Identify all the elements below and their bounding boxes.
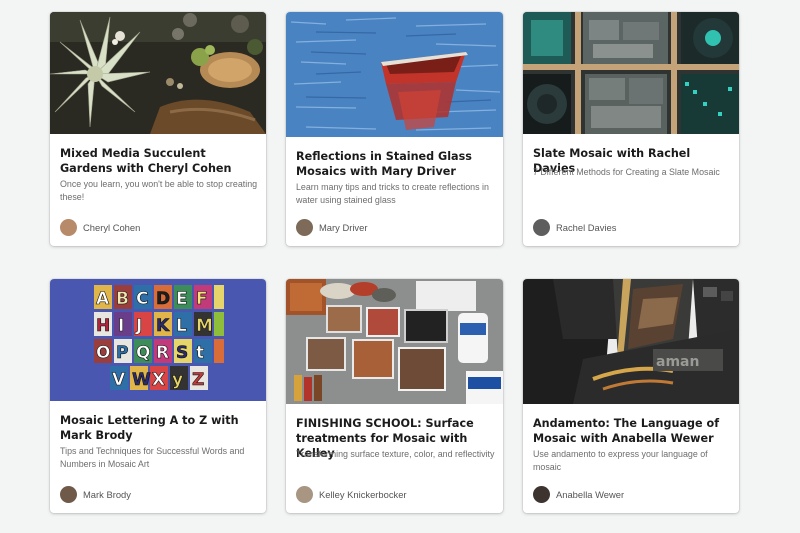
svg-text:O: O (96, 343, 110, 363)
avatar (533, 486, 550, 503)
avatar (296, 486, 313, 503)
svg-text:y: y (172, 370, 183, 390)
svg-text:E: E (176, 289, 188, 309)
surface-treatments-image[interactable] (286, 279, 503, 404)
svg-text:K: K (156, 316, 170, 336)
andamento-image[interactable]: aman (523, 279, 739, 404)
avatar (60, 486, 77, 503)
svg-text:H: H (96, 316, 110, 336)
svg-text:F: F (196, 289, 208, 309)
course-title[interactable]: Mosaic Lettering A to Z with Mark Brody (60, 413, 258, 443)
svg-text:aman: aman (656, 354, 699, 370)
course-card-finishing-school[interactable]: FINISHING SCHOOL: Surface treatments for… (286, 279, 503, 513)
svg-text:C: C (136, 289, 148, 309)
svg-text:V: V (112, 370, 126, 390)
course-description: Learn many tips and tricks to create ref… (296, 182, 489, 205)
svg-text:t: t (196, 343, 204, 363)
svg-text:Q: Q (136, 343, 150, 363)
course-description: Transforming surface texture, color, and… (296, 449, 495, 459)
avatar (533, 219, 550, 236)
course-card-andamento[interactable]: aman Andamento: The Language of Mosaic w… (523, 279, 739, 513)
course-card-stained-glass-reflections[interactable]: Reflections in Stained Glass Mosaics wit… (286, 12, 503, 246)
instructor-name: Anabella Wewer (556, 489, 625, 500)
svg-text:Z: Z (192, 370, 204, 390)
course-description: Once you learn, you won't be able to sto… (60, 179, 258, 202)
svg-text:L: L (176, 316, 187, 336)
svg-text:I: I (118, 316, 124, 336)
svg-text:R: R (156, 343, 169, 363)
svg-text:J: J (135, 316, 142, 336)
instructor[interactable]: Mary Driver (296, 219, 367, 236)
course-title[interactable]: Andamento: The Language of Mosaic with A… (533, 416, 731, 446)
svg-text:W: W (132, 370, 151, 390)
instructor[interactable]: Cheryl Cohen (60, 219, 140, 236)
svg-text:B: B (116, 289, 129, 309)
course-title[interactable]: Mixed Media Succulent Gardens with Chery… (60, 146, 258, 176)
instructor[interactable]: Anabella Wewer (533, 486, 624, 503)
course-title[interactable]: Reflections in Stained Glass Mosaics wit… (296, 149, 495, 179)
course-card-mosaic-lettering[interactable]: ABC DEF HIJ KLM OPQ RSt VWX yZ Mosaic Le… (50, 279, 266, 513)
instructor-name: Mary Driver (319, 222, 368, 233)
instructor[interactable]: Kelley Knickerbocker (296, 486, 407, 503)
boat-reflection-image[interactable] (286, 12, 503, 137)
course-card-succulent-gardens[interactable]: Mixed Media Succulent Gardens with Chery… (50, 12, 266, 246)
course-description: Tips and Techniques for Successful Words… (60, 446, 245, 469)
instructor-name: Mark Brody (83, 489, 131, 500)
svg-text:S: S (176, 343, 188, 363)
instructor[interactable]: Mark Brody (60, 486, 131, 503)
course-description: 7 Different Methods for Creating a Slate… (533, 167, 720, 177)
slate-mosaic-image[interactable] (523, 12, 739, 134)
svg-text:P: P (116, 343, 128, 363)
course-card-slate-mosaic[interactable]: Slate Mosaic with Rachel Davies 7 Differ… (523, 12, 739, 246)
succulent-garden-image[interactable] (50, 12, 266, 134)
instructor-name: Rachel Davies (556, 222, 617, 233)
svg-text:X: X (152, 370, 165, 390)
svg-text:D: D (156, 289, 170, 309)
course-description: Use andamento to express your language o… (533, 449, 708, 472)
mosaic-alphabet-image[interactable]: ABC DEF HIJ KLM OPQ RSt VWX yZ (50, 279, 266, 401)
avatar (296, 219, 313, 236)
svg-text:A: A (96, 289, 110, 309)
instructor-name: Kelley Knickerbocker (319, 489, 407, 500)
svg-text:M: M (196, 316, 213, 336)
instructor-name: Cheryl Cohen (83, 222, 141, 233)
avatar (60, 219, 77, 236)
instructor[interactable]: Rachel Davies (533, 219, 616, 236)
